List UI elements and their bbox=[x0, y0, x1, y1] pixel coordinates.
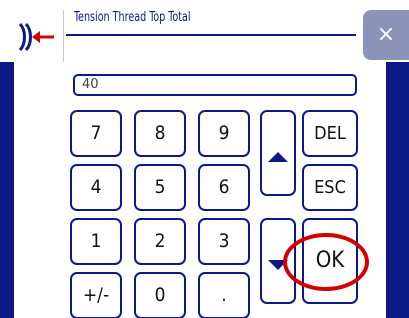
title-underline bbox=[66, 34, 356, 36]
back-arrow-icon bbox=[18, 22, 54, 52]
dialog-title: Tension Thread Top Total bbox=[74, 10, 191, 25]
key-plus-minus[interactable]: +/- bbox=[70, 272, 122, 318]
key-plus-minus-label: +/- bbox=[82, 284, 110, 306]
key-7-label: 7 bbox=[90, 122, 102, 144]
key-0[interactable]: 0 bbox=[134, 272, 186, 318]
value-input[interactable]: 40 bbox=[73, 74, 357, 96]
arrow-down-button[interactable] bbox=[260, 218, 296, 304]
key-8[interactable]: 8 bbox=[134, 110, 186, 157]
close-button[interactable]: × bbox=[363, 10, 409, 60]
numeric-keypad-dialog: Tension Thread Top Total × 40 7 8 9 4 5 … bbox=[0, 0, 409, 318]
key-0-label: 0 bbox=[154, 284, 166, 306]
key-2[interactable]: 2 bbox=[134, 218, 186, 265]
key-3-label: 3 bbox=[218, 230, 230, 252]
escape-button[interactable]: ESC bbox=[302, 164, 358, 211]
key-4-label: 4 bbox=[90, 176, 102, 198]
key-9[interactable]: 9 bbox=[198, 110, 250, 157]
ok-label: OK bbox=[315, 248, 345, 273]
key-2-label: 2 bbox=[154, 230, 166, 252]
back-button[interactable] bbox=[14, 10, 64, 62]
title-bar: Tension Thread Top Total bbox=[66, 10, 359, 62]
key-8-label: 8 bbox=[154, 122, 166, 144]
escape-label: ESC bbox=[314, 177, 346, 198]
key-5-label: 5 bbox=[154, 176, 166, 198]
arrow-up-button[interactable] bbox=[260, 110, 296, 196]
key-decimal-label: . bbox=[221, 284, 227, 306]
ok-button[interactable]: OK bbox=[302, 218, 358, 304]
key-6[interactable]: 6 bbox=[198, 164, 250, 211]
delete-label: DEL bbox=[314, 123, 346, 144]
key-1-label: 1 bbox=[90, 230, 102, 252]
key-3[interactable]: 3 bbox=[198, 218, 250, 265]
key-9-label: 9 bbox=[218, 122, 230, 144]
arrow-down-icon bbox=[268, 260, 288, 270]
key-7[interactable]: 7 bbox=[70, 110, 122, 157]
arrow-up-icon bbox=[268, 152, 288, 162]
delete-button[interactable]: DEL bbox=[302, 110, 358, 157]
key-6-label: 6 bbox=[218, 176, 230, 198]
key-4[interactable]: 4 bbox=[70, 164, 122, 211]
left-side-bar bbox=[0, 62, 14, 318]
key-decimal[interactable]: . bbox=[198, 272, 250, 318]
close-icon: × bbox=[376, 22, 396, 47]
key-1[interactable]: 1 bbox=[70, 218, 122, 265]
right-side-bar bbox=[386, 62, 409, 318]
key-5[interactable]: 5 bbox=[134, 164, 186, 211]
